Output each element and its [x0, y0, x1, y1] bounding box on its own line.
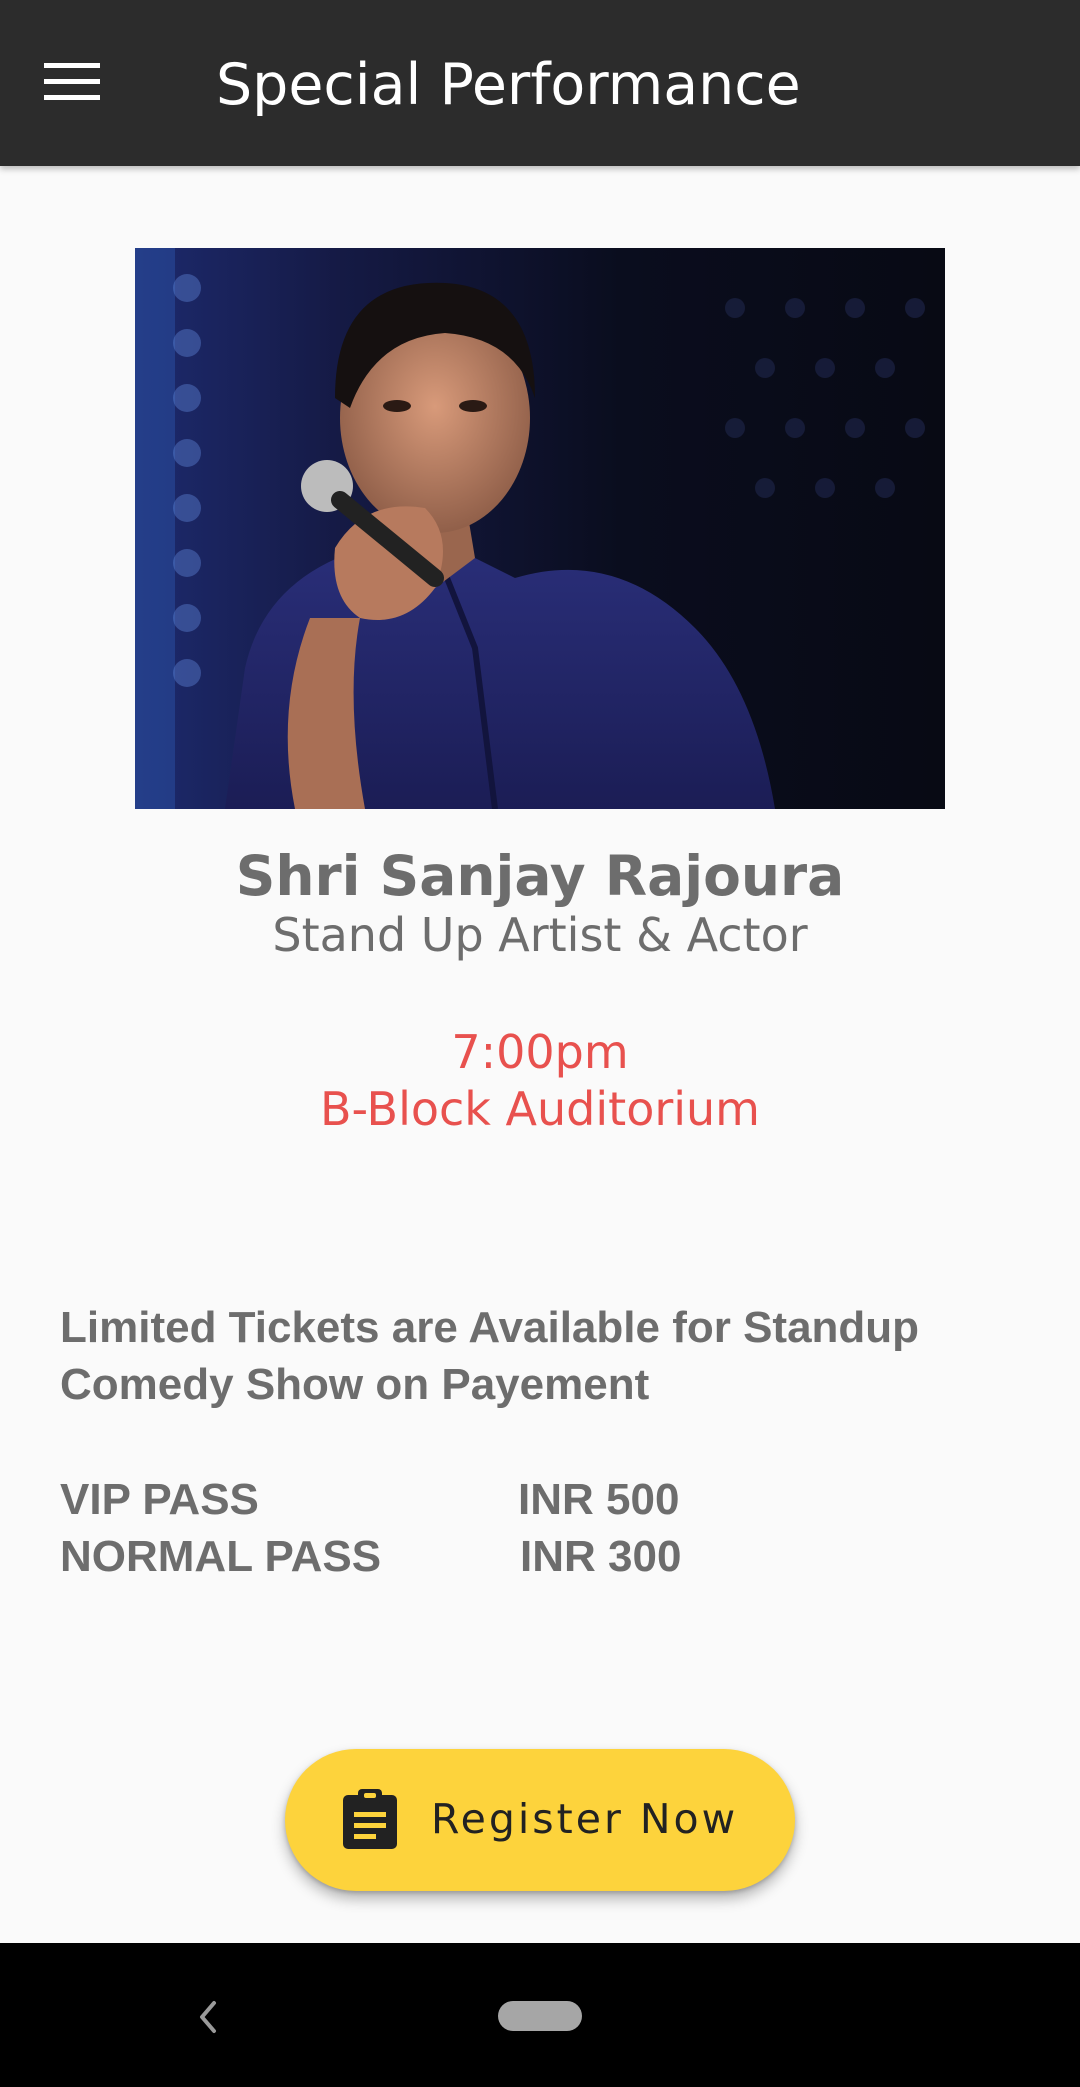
performer-photo: [135, 248, 945, 809]
pass-row-vip: VIP PASS INR 500: [60, 1471, 960, 1528]
artist-name: Shri Sanjay Rajoura: [235, 844, 845, 908]
clipboard-icon: [340, 1787, 400, 1851]
pass-price: INR 300: [520, 1532, 682, 1581]
system-nav-bar: [0, 1943, 1080, 2087]
pass-price: INR 500: [518, 1475, 680, 1524]
back-chevron-icon[interactable]: [190, 1997, 224, 2037]
home-pill-icon[interactable]: [498, 2001, 582, 2031]
app-bar: Special Performance: [0, 0, 1080, 166]
event-venue: B-Block Auditorium: [320, 1082, 760, 1136]
page-title: Special Performance: [216, 52, 801, 118]
pass-row-normal: NORMAL PASS INR 300: [60, 1528, 960, 1585]
tickets-note: Limited Tickets are Available for Standu…: [60, 1303, 920, 1409]
pass-name: NORMAL PASS: [60, 1532, 382, 1581]
event-time: 7:00pm: [451, 1025, 629, 1079]
artist-role: Stand Up Artist & Actor: [272, 908, 808, 962]
hamburger-menu-icon[interactable]: [44, 54, 124, 114]
pass-name: VIP PASS: [60, 1475, 259, 1524]
register-now-button[interactable]: Register Now: [285, 1749, 795, 1891]
register-now-label: Register Now: [431, 1795, 739, 1843]
